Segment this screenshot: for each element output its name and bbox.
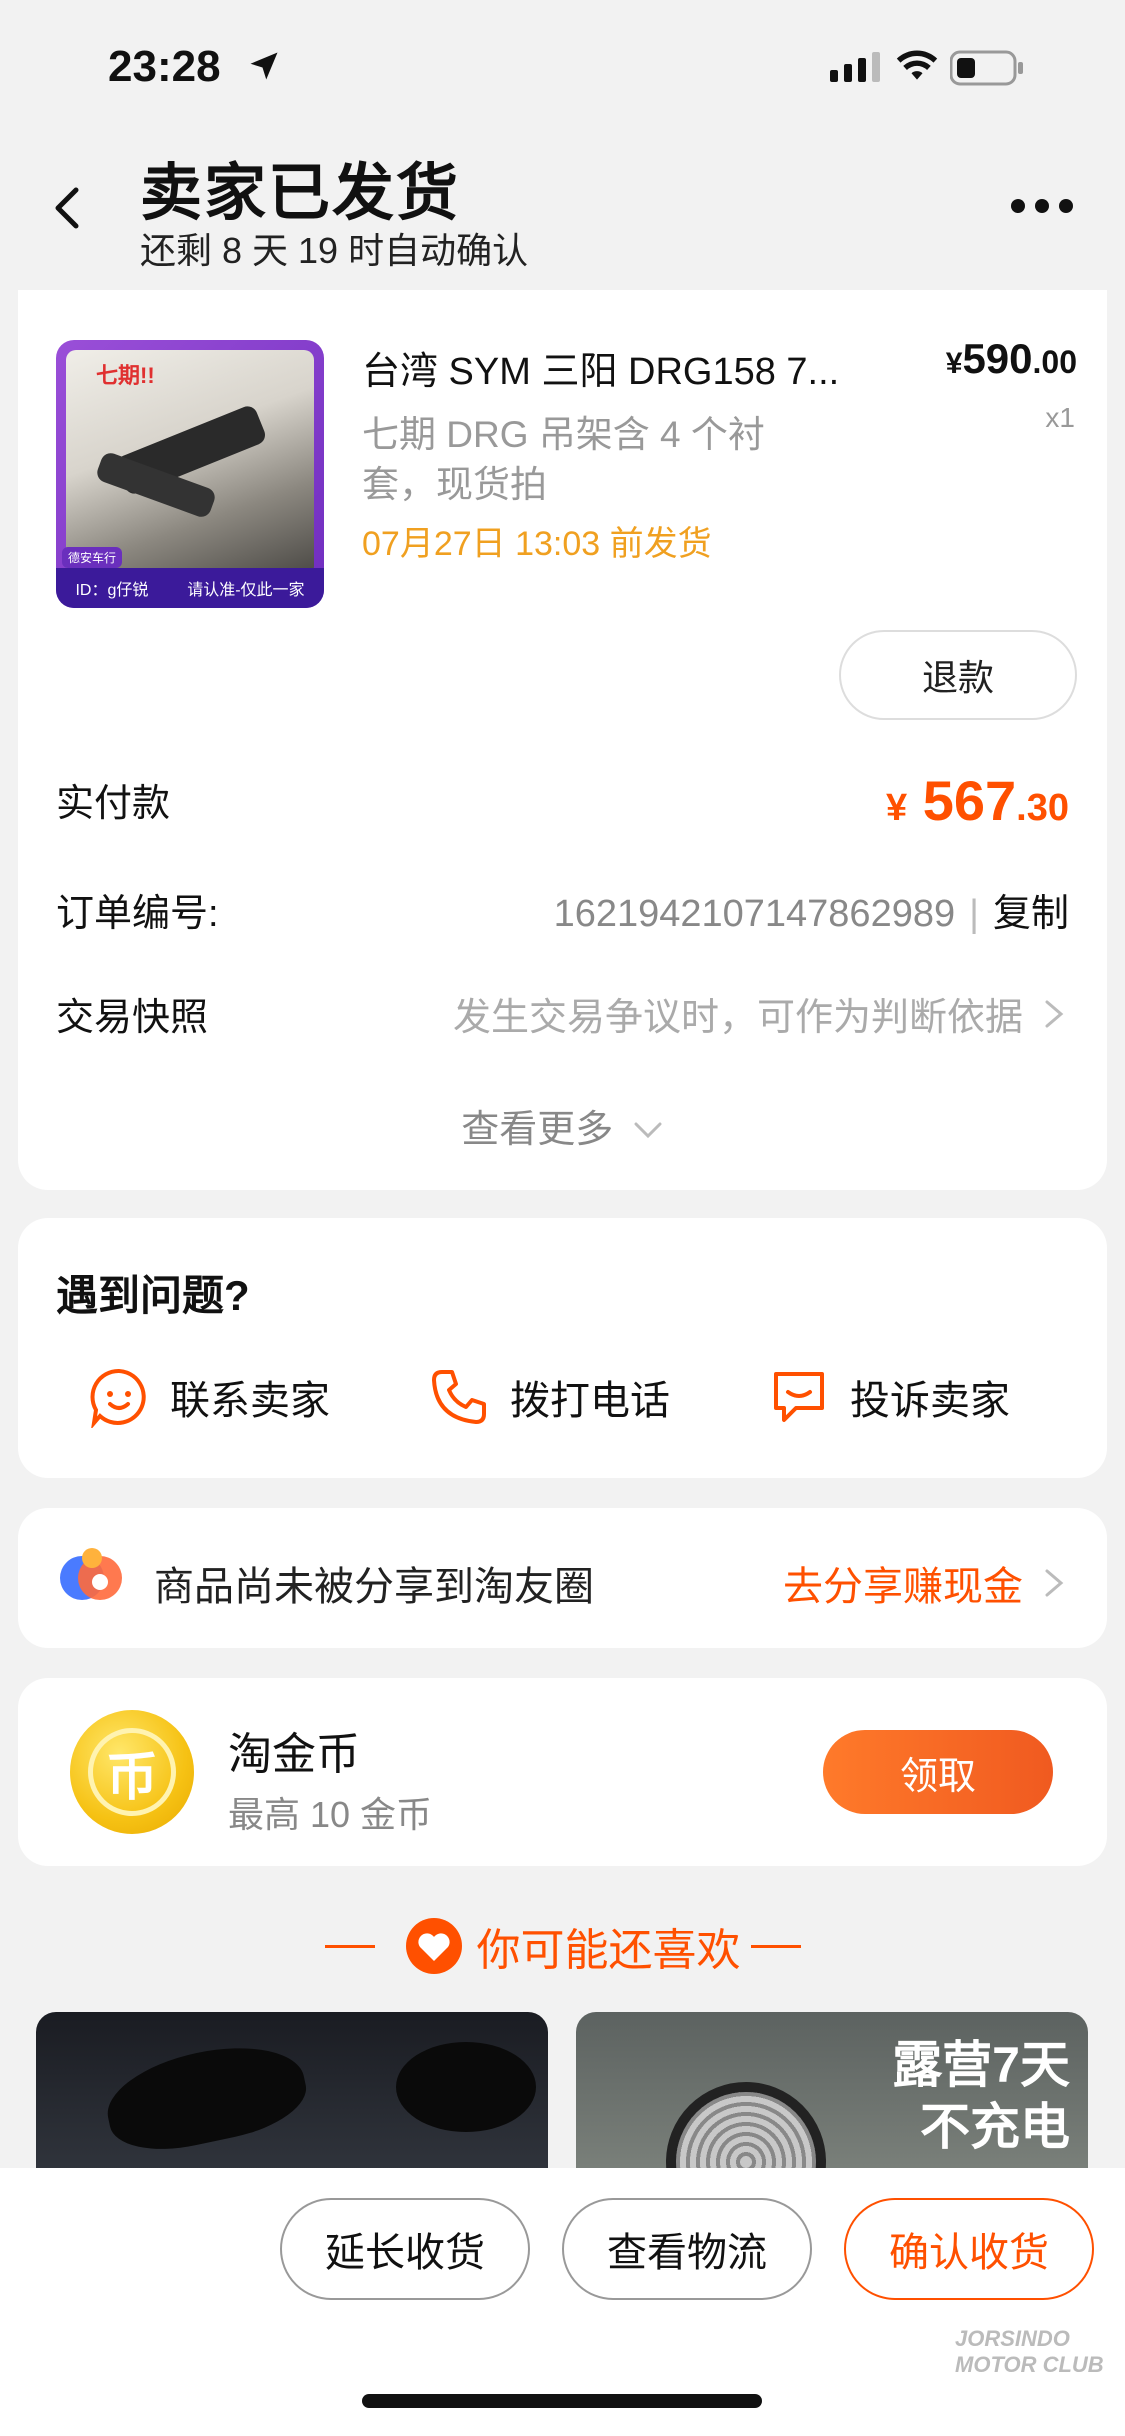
taobao-coins-card: 币 淘金币 最高 10 金币 领取 — [18, 1678, 1107, 1866]
contact-seller-label: 联系卖家 — [170, 1379, 330, 1423]
order-number-label: 订单编号: — [56, 893, 219, 935]
help-card: 遇到问题? 联系卖家 拨打电话 投诉卖家 — [18, 1218, 1107, 1478]
share-card[interactable]: 商品尚未被分享到淘友圈 去分享赚现金 — [18, 1508, 1107, 1648]
view-logistics-button[interactable]: 查看物流 — [562, 2198, 812, 2300]
page-header: 卖家已发货 还剩 8 天 19 时自动确认 — [0, 130, 1125, 290]
price-currency: ¥ — [945, 347, 963, 380]
paid-currency: ¥ — [886, 787, 908, 829]
heart-icon — [405, 1918, 462, 1974]
bottom-action-bar: 延长收货 查看物流 确认收货 JORSINDO MOTOR CLUB — [0, 2168, 1125, 2436]
help-title: 遇到问题? — [56, 1272, 250, 1319]
product-photo-part — [396, 2042, 536, 2132]
refund-button[interactable]: 退款 — [839, 630, 1077, 720]
coin-glyph: 币 — [88, 1728, 176, 1816]
more-options-icon[interactable] — [1010, 198, 1074, 219]
claim-coins-button[interactable]: 领取 — [823, 1730, 1053, 1814]
page-title: 卖家已发货 — [140, 159, 461, 228]
location-arrow-icon — [246, 48, 282, 89]
confirm-receipt-button[interactable]: 确认收货 — [844, 2198, 1094, 2300]
product-price: ¥590.00 — [946, 335, 1077, 383]
status-time: 23:28 — [108, 42, 221, 91]
chevron-right-icon — [1045, 1569, 1064, 1597]
caption-line-2: 不充电 — [920, 2099, 1070, 2155]
chevron-right-icon — [1045, 1000, 1064, 1027]
paid-amount-label: 实付款 — [56, 783, 171, 825]
thumbnail-shop-label: 德安车行 — [62, 547, 123, 568]
thumbnail-tag: 七期!! — [96, 363, 155, 388]
thumbnail-banner-slogan: 请认准-仅此一家 — [187, 582, 305, 599]
call-phone-button[interactable]: 拨打电话 — [428, 1366, 670, 1428]
phone-icon — [432, 1370, 486, 1424]
gold-coin-icon: 币 — [70, 1710, 194, 1834]
product-title[interactable]: 台湾 SYM 三阳 DRG158 7... — [362, 340, 922, 395]
share-earn-label: 去分享赚现金 — [783, 1565, 1023, 1609]
snapshot-label: 交易快照 — [56, 997, 209, 1039]
product-photo-part — [666, 2082, 826, 2172]
recommend-item-2-caption: 露营7天 不充电 — [892, 2034, 1070, 2158]
share-circle-icon — [56, 1544, 128, 1613]
paid-integer: 567 — [922, 769, 1017, 832]
complain-seller-label: 投诉卖家 — [850, 1379, 1010, 1423]
product-spec: 七期 DRG 吊架含 4 个衬套，现货拍 — [362, 414, 765, 505]
home-indicator[interactable] — [362, 2394, 762, 2408]
ship-deadline: 07月27日 13:03 前发货 — [362, 525, 712, 563]
recommend-item-2[interactable]: 露营7天 不充电 — [576, 2012, 1088, 2172]
caption-line-1: 露营7天 — [892, 2037, 1070, 2093]
order-card: 七期!! 德安车行 ID：g仔锐 请认准-仅此一家 台湾 SYM 三阳 DRG1… — [18, 290, 1107, 1190]
product-photo-part — [98, 2032, 314, 2162]
price-integer: 590 — [962, 335, 1033, 382]
thumbnail-banner: ID：g仔锐 请认准-仅此一家 — [56, 568, 324, 608]
paid-amount-value: ¥ 567.30 — [886, 768, 1069, 833]
status-bar: 23:28 — [0, 0, 1125, 130]
chat-face-icon — [90, 1368, 146, 1428]
chevron-down-icon — [634, 1122, 662, 1139]
extend-receipt-button[interactable]: 延长收货 — [280, 2198, 530, 2300]
paid-decimal: .30 — [1016, 787, 1069, 829]
product-thumbnail[interactable]: 七期!! 德安车行 ID：g仔锐 请认准-仅此一家 — [56, 340, 324, 608]
contact-seller-button[interactable]: 联系卖家 — [88, 1366, 330, 1428]
thumbnail-banner-id: ID：g仔锐 — [75, 582, 149, 599]
auto-confirm-countdown: 还剩 8 天 19 时自动确认 — [140, 230, 529, 271]
order-number-value: 1621942107147862989 — [553, 893, 956, 935]
complaint-icon — [774, 1372, 824, 1422]
share-earn-link[interactable]: 去分享赚现金 — [783, 1554, 1069, 1612]
share-status-text: 商品尚未被分享到淘友圈 — [154, 1565, 594, 1609]
watermark: JORSINDO MOTOR CLUB — [955, 2326, 1104, 2377]
view-more-label: 查看更多 — [461, 1109, 614, 1151]
decor-line-right — [750, 1944, 801, 1948]
order-number-row: 1621942107147862989 | 复制 — [554, 882, 1069, 937]
order-number-separator: | — [969, 893, 979, 935]
wifi-icon — [895, 48, 939, 87]
complain-seller-button[interactable]: 投诉卖家 — [768, 1366, 1010, 1428]
cellular-signal-icon — [830, 52, 886, 87]
recommend-title: 你可能还喜欢 — [476, 1926, 741, 1975]
coins-title: 淘金币 — [228, 1730, 360, 1779]
price-decimal: .00 — [1032, 344, 1077, 380]
view-more-button[interactable]: 查看更多 — [18, 1098, 1107, 1153]
coins-subtitle: 最高 10 金币 — [228, 1794, 433, 1835]
recommend-header: 你可能还喜欢 — [0, 1914, 1125, 1978]
recommend-item-1[interactable] — [36, 2012, 548, 2172]
back-arrow-icon[interactable] — [48, 180, 84, 241]
snapshot-hint: 发生交易争议时，可作为判断依据 — [452, 997, 1023, 1039]
snapshot-link[interactable]: 发生交易争议时，可作为判断依据 — [453, 986, 1069, 1041]
product-quantity: x1 — [1045, 402, 1075, 433]
call-phone-label: 拨打电话 — [510, 1379, 670, 1423]
decor-line-left — [324, 1944, 375, 1948]
copy-order-number-button[interactable]: 复制 — [993, 893, 1069, 935]
battery-icon — [949, 50, 1024, 91]
